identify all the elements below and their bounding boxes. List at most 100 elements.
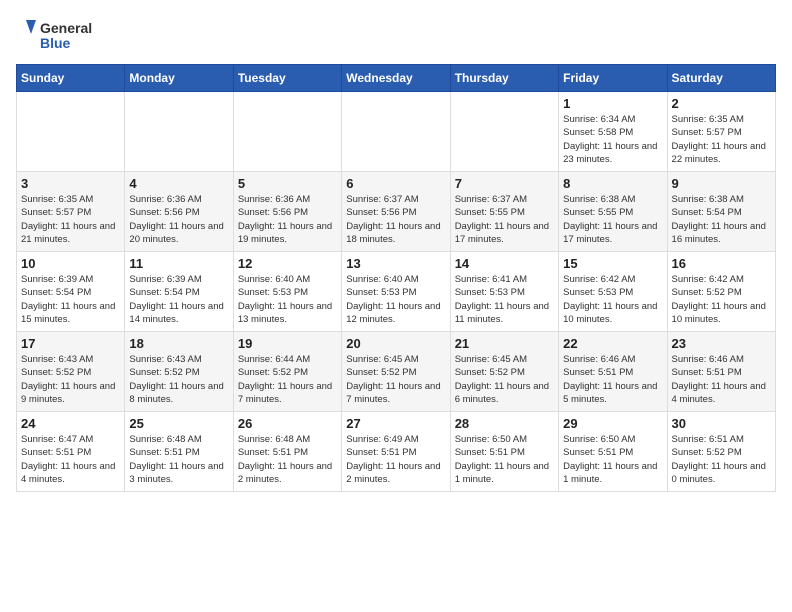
calendar-cell: 4 Sunrise: 6:36 AM Sunset: 5:56 PM Daylig… [125,172,233,252]
day-info: Sunrise: 6:35 AM Sunset: 5:57 PM Dayligh… [21,193,120,246]
day-info: Sunrise: 6:50 AM Sunset: 5:51 PM Dayligh… [563,433,662,486]
calendar-cell: 6 Sunrise: 6:37 AM Sunset: 5:56 PM Daylig… [342,172,450,252]
day-number: 23 [672,336,771,351]
day-number: 21 [455,336,554,351]
week-row-3: 10Sunrise: 6:39 AM Sunset: 5:54 PM Dayli… [17,252,776,332]
header-wednesday: Wednesday [342,65,450,92]
calendar-cell: 17 Sunrise: 6:43 AM Sunset: 5:52 PM Dayli… [17,332,125,412]
day-number: 26 [238,416,337,431]
calendar-cell: 5 Sunrise: 6:36 AM Sunset: 5:56 PM Daylig… [233,172,341,252]
header-sunday: Sunday [17,65,125,92]
day-info: Sunrise: 6:46 AM Sunset: 5:51 PM Dayligh… [563,353,662,406]
day-info: Sunrise: 6:46 AM Sunset: 5:51 PM Dayligh… [672,353,771,406]
day-number: 13 [346,256,445,271]
day-info: Sunrise: 6:45 AM Sunset: 5:52 PM Dayligh… [346,353,445,406]
day-info: Sunrise: 6:48 AM Sunset: 5:51 PM Dayligh… [238,433,337,486]
calendar-cell: 10Sunrise: 6:39 AM Sunset: 5:54 PM Dayli… [17,252,125,332]
svg-text:Blue: Blue [40,35,71,51]
day-number: 15 [563,256,662,271]
day-info: Sunrise: 6:42 AM Sunset: 5:52 PM Dayligh… [672,273,771,326]
calendar-cell: 22 Sunrise: 6:46 AM Sunset: 5:51 PM Dayli… [559,332,667,412]
day-number: 14 [455,256,554,271]
day-number: 30 [672,416,771,431]
header: GeneralBlue [16,16,776,56]
day-info: Sunrise: 6:40 AM Sunset: 5:53 PM Dayligh… [346,273,445,326]
day-number: 28 [455,416,554,431]
calendar-cell: 18 Sunrise: 6:43 AM Sunset: 5:52 PM Dayli… [125,332,233,412]
day-number: 20 [346,336,445,351]
header-tuesday: Tuesday [233,65,341,92]
logo: GeneralBlue [16,16,96,56]
day-info: Sunrise: 6:36 AM Sunset: 5:56 PM Dayligh… [238,193,337,246]
day-info: Sunrise: 6:40 AM Sunset: 5:53 PM Dayligh… [238,273,337,326]
calendar-cell: 26 Sunrise: 6:48 AM Sunset: 5:51 PM Dayli… [233,412,341,492]
day-number: 22 [563,336,662,351]
day-number: 2 [672,96,771,111]
calendar-cell: 12 Sunrise: 6:40 AM Sunset: 5:53 PM Dayli… [233,252,341,332]
day-info: Sunrise: 6:45 AM Sunset: 5:52 PM Dayligh… [455,353,554,406]
calendar-cell [342,92,450,172]
day-number: 18 [129,336,228,351]
day-number: 24 [21,416,120,431]
calendar-cell: 7 Sunrise: 6:37 AM Sunset: 5:55 PM Daylig… [450,172,558,252]
day-info: Sunrise: 6:49 AM Sunset: 5:51 PM Dayligh… [346,433,445,486]
header-thursday: Thursday [450,65,558,92]
calendar-cell: 27 Sunrise: 6:49 AM Sunset: 5:51 PM Dayli… [342,412,450,492]
day-number: 7 [455,176,554,191]
calendar-table: SundayMondayTuesdayWednesdayThursdayFrid… [16,64,776,492]
day-number: 8 [563,176,662,191]
day-number: 3 [21,176,120,191]
calendar-cell: 14 Sunrise: 6:41 AM Sunset: 5:53 PM Dayli… [450,252,558,332]
header-friday: Friday [559,65,667,92]
calendar-cell [450,92,558,172]
day-info: Sunrise: 6:48 AM Sunset: 5:51 PM Dayligh… [129,433,228,486]
day-number: 12 [238,256,337,271]
day-number: 17 [21,336,120,351]
calendar-cell: 9Sunrise: 6:38 AM Sunset: 5:54 PM Daylig… [667,172,775,252]
week-row-4: 17 Sunrise: 6:43 AM Sunset: 5:52 PM Dayli… [17,332,776,412]
day-info: Sunrise: 6:37 AM Sunset: 5:56 PM Dayligh… [346,193,445,246]
calendar-cell: 28Sunrise: 6:50 AM Sunset: 5:51 PM Dayli… [450,412,558,492]
day-number: 6 [346,176,445,191]
day-number: 10 [21,256,120,271]
calendar-cell: 1 Sunrise: 6:34 AM Sunset: 5:58 PM Daylig… [559,92,667,172]
day-info: Sunrise: 6:41 AM Sunset: 5:53 PM Dayligh… [455,273,554,326]
calendar-cell: 29 Sunrise: 6:50 AM Sunset: 5:51 PM Dayli… [559,412,667,492]
header-monday: Monday [125,65,233,92]
day-number: 4 [129,176,228,191]
day-info: Sunrise: 6:35 AM Sunset: 5:57 PM Dayligh… [672,113,771,166]
logo-svg: GeneralBlue [16,16,96,56]
calendar-cell: 13 Sunrise: 6:40 AM Sunset: 5:53 PM Dayli… [342,252,450,332]
calendar-cell: 23 Sunrise: 6:46 AM Sunset: 5:51 PM Dayli… [667,332,775,412]
day-info: Sunrise: 6:43 AM Sunset: 5:52 PM Dayligh… [129,353,228,406]
calendar-cell: 16 Sunrise: 6:42 AM Sunset: 5:52 PM Dayli… [667,252,775,332]
day-info: Sunrise: 6:37 AM Sunset: 5:55 PM Dayligh… [455,193,554,246]
day-info: Sunrise: 6:44 AM Sunset: 5:52 PM Dayligh… [238,353,337,406]
calendar-cell: 25 Sunrise: 6:48 AM Sunset: 5:51 PM Dayli… [125,412,233,492]
day-number: 27 [346,416,445,431]
calendar-cell: 20 Sunrise: 6:45 AM Sunset: 5:52 PM Dayli… [342,332,450,412]
day-number: 25 [129,416,228,431]
day-info: Sunrise: 6:34 AM Sunset: 5:58 PM Dayligh… [563,113,662,166]
day-info: Sunrise: 6:43 AM Sunset: 5:52 PM Dayligh… [21,353,120,406]
header-saturday: Saturday [667,65,775,92]
calendar-cell: 21 Sunrise: 6:45 AM Sunset: 5:52 PM Dayli… [450,332,558,412]
day-number: 29 [563,416,662,431]
calendar-cell: 11Sunrise: 6:39 AM Sunset: 5:54 PM Dayli… [125,252,233,332]
day-number: 16 [672,256,771,271]
svg-text:General: General [40,20,92,36]
week-row-2: 3 Sunrise: 6:35 AM Sunset: 5:57 PM Daylig… [17,172,776,252]
calendar-cell [233,92,341,172]
calendar-cell: 8Sunrise: 6:38 AM Sunset: 5:55 PM Daylig… [559,172,667,252]
calendar-cell [17,92,125,172]
calendar-cell: 3 Sunrise: 6:35 AM Sunset: 5:57 PM Daylig… [17,172,125,252]
day-number: 1 [563,96,662,111]
day-info: Sunrise: 6:36 AM Sunset: 5:56 PM Dayligh… [129,193,228,246]
day-number: 9 [672,176,771,191]
week-row-5: 24Sunrise: 6:47 AM Sunset: 5:51 PM Dayli… [17,412,776,492]
calendar-cell: 19Sunrise: 6:44 AM Sunset: 5:52 PM Dayli… [233,332,341,412]
calendar-cell [125,92,233,172]
day-info: Sunrise: 6:51 AM Sunset: 5:52 PM Dayligh… [672,433,771,486]
calendar-cell: 30 Sunrise: 6:51 AM Sunset: 5:52 PM Dayli… [667,412,775,492]
day-number: 5 [238,176,337,191]
